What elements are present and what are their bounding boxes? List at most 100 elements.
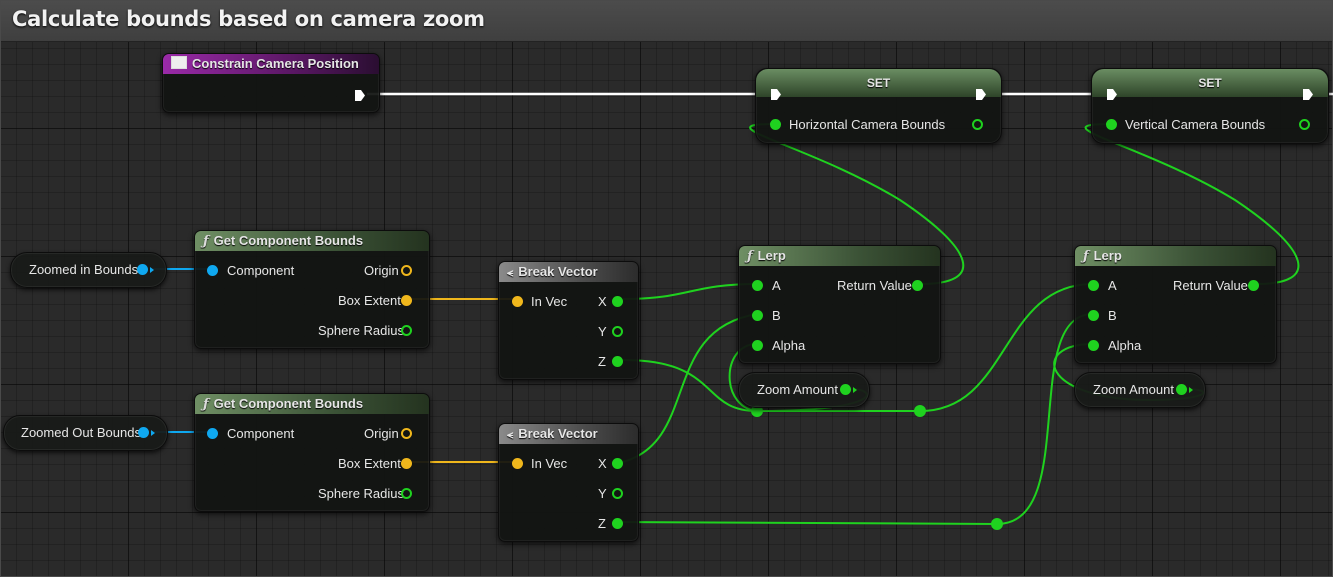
- pin-label: X: [598, 294, 607, 309]
- pin-label: Z: [598, 516, 606, 531]
- pin-label: In Vec: [531, 456, 568, 471]
- get-component-bounds-node[interactable]: ƒ Get Component Bounds Component Origin B…: [194, 393, 430, 512]
- b-input-pin[interactable]: [752, 310, 763, 321]
- pin-label: Sphere Radius: [318, 323, 404, 338]
- y-output-pin[interactable]: [612, 326, 623, 337]
- break-vector-node[interactable]: ⪪ Break Vector In Vec X Y Z: [498, 423, 639, 542]
- pin-arrow-icon: [151, 430, 155, 436]
- horizontal-bounds-output-pin[interactable]: [972, 119, 983, 130]
- pin-label: B: [1108, 308, 1117, 323]
- node-title: Get Component Bounds: [213, 233, 364, 248]
- box-extent-output-pin[interactable]: [401, 295, 412, 306]
- return-value-output-pin[interactable]: [912, 280, 923, 291]
- a-input-pin[interactable]: [752, 280, 763, 291]
- pin-label: Alpha: [1108, 338, 1142, 353]
- node-header: ƒ Get Component Bounds: [195, 231, 429, 251]
- comment-title[interactable]: Calculate bounds based on camera zoom: [12, 7, 485, 31]
- in-vec-input-pin[interactable]: [512, 296, 523, 307]
- node-header: Constrain Camera Position: [163, 54, 379, 74]
- function-icon: ƒ: [203, 397, 209, 412]
- pin-label: Vertical Camera Bounds: [1125, 117, 1266, 132]
- pin-arrow-icon: [853, 387, 857, 393]
- set-horizontal-node[interactable]: SET Horizontal Camera Bounds: [755, 68, 1002, 144]
- pin-label: Origin: [364, 263, 399, 278]
- pin-arrow-icon: [150, 267, 154, 273]
- reroute-knot[interactable]: [914, 405, 926, 417]
- return-value-output-pin[interactable]: [1248, 280, 1259, 291]
- component-input-pin[interactable]: [207, 265, 218, 276]
- lerp-node[interactable]: ƒ Lerp A Return Value B Alpha: [738, 245, 941, 364]
- exec-out-pin[interactable]: [1302, 88, 1314, 101]
- alpha-input-pin[interactable]: [752, 340, 763, 351]
- pin-label: Y: [598, 486, 607, 501]
- pin-label: Return Value: [1173, 278, 1248, 293]
- z-output-pin[interactable]: [612, 518, 623, 529]
- node-header: SET: [1092, 69, 1328, 97]
- pin-label: X: [598, 456, 607, 471]
- float-output-pin[interactable]: [1176, 384, 1187, 395]
- zoom-amount-variable[interactable]: Zoom Amount: [1074, 372, 1206, 408]
- pin-arrow-icon: [1189, 387, 1193, 393]
- set-vertical-node[interactable]: SET Vertical Camera Bounds: [1091, 68, 1329, 144]
- b-input-pin[interactable]: [1088, 310, 1099, 321]
- vertical-bounds-output-pin[interactable]: [1299, 119, 1310, 130]
- vertical-bounds-input-pin[interactable]: [1106, 119, 1117, 130]
- pin-label: Component: [227, 263, 295, 278]
- a-input-pin[interactable]: [1088, 280, 1099, 291]
- pin-label: Origin: [364, 426, 399, 441]
- pin-label: Alpha: [772, 338, 806, 353]
- variable-label: Zoom Amount: [1093, 382, 1174, 397]
- pin-label: Return Value: [837, 278, 912, 293]
- sphere-radius-output-pin[interactable]: [401, 325, 412, 336]
- origin-output-pin[interactable]: [401, 428, 412, 439]
- in-vec-input-pin[interactable]: [512, 458, 523, 469]
- sphere-radius-output-pin[interactable]: [401, 488, 412, 499]
- node-title: SET: [1198, 76, 1222, 90]
- y-output-pin[interactable]: [612, 488, 623, 499]
- pin-label: Y: [598, 324, 607, 339]
- pin-label: A: [1108, 278, 1117, 293]
- node-header: ƒ Get Component Bounds: [195, 394, 429, 414]
- exec-out-pin[interactable]: [354, 89, 366, 102]
- function-icon: ƒ: [1083, 249, 1089, 264]
- node-header: ⪪ Break Vector: [499, 424, 638, 444]
- exec-out-pin[interactable]: [975, 88, 987, 101]
- lerp-node[interactable]: ƒ Lerp A Return Value B Alpha: [1074, 245, 1277, 364]
- pin-label: A: [772, 278, 781, 293]
- break-icon: ⪪: [507, 267, 514, 279]
- component-input-pin[interactable]: [207, 428, 218, 439]
- zoom-amount-variable[interactable]: Zoom Amount: [738, 372, 870, 408]
- node-title: Break Vector: [518, 426, 598, 441]
- object-output-pin[interactable]: [138, 427, 149, 438]
- function-icon: ƒ: [747, 249, 753, 264]
- node-title: Break Vector: [518, 264, 598, 279]
- variable-label: Zoomed in Bounds: [29, 262, 139, 277]
- pin-label: Box Extent: [338, 456, 401, 471]
- horizontal-bounds-input-pin[interactable]: [770, 119, 781, 130]
- get-component-bounds-node[interactable]: ƒ Get Component Bounds Component Origin B…: [194, 230, 430, 349]
- break-vector-node[interactable]: ⪪ Break Vector In Vec X Y Z: [498, 261, 639, 380]
- node-header: ⪪ Break Vector: [499, 262, 638, 282]
- comment-header[interactable]: Calculate bounds based on camera zoom: [1, 1, 1332, 42]
- pin-label: Horizontal Camera Bounds: [789, 117, 946, 132]
- variable-label: Zoom Amount: [757, 382, 838, 397]
- variable-label: Zoomed Out Bounds: [21, 425, 141, 440]
- pin-label: In Vec: [531, 294, 568, 309]
- x-output-pin[interactable]: [612, 296, 623, 307]
- zoomed-out-bounds-variable[interactable]: Zoomed Out Bounds: [3, 415, 168, 451]
- x-output-pin[interactable]: [612, 458, 623, 469]
- zoomed-in-bounds-variable[interactable]: Zoomed in Bounds: [10, 252, 167, 288]
- box-extent-output-pin[interactable]: [401, 458, 412, 469]
- float-output-pin[interactable]: [840, 384, 851, 395]
- alpha-input-pin[interactable]: [1088, 340, 1099, 351]
- exec-in-pin[interactable]: [1106, 88, 1118, 101]
- node-title: Lerp: [1093, 248, 1122, 263]
- constrain-camera-position-node[interactable]: Constrain Camera Position: [162, 53, 380, 113]
- reroute-knot[interactable]: [991, 518, 1003, 530]
- node-title: Get Component Bounds: [213, 396, 364, 411]
- origin-output-pin[interactable]: [401, 265, 412, 276]
- object-output-pin[interactable]: [137, 264, 148, 275]
- z-output-pin[interactable]: [612, 356, 623, 367]
- exec-in-pin[interactable]: [770, 88, 782, 101]
- node-header: ƒ Lerp: [1075, 246, 1276, 266]
